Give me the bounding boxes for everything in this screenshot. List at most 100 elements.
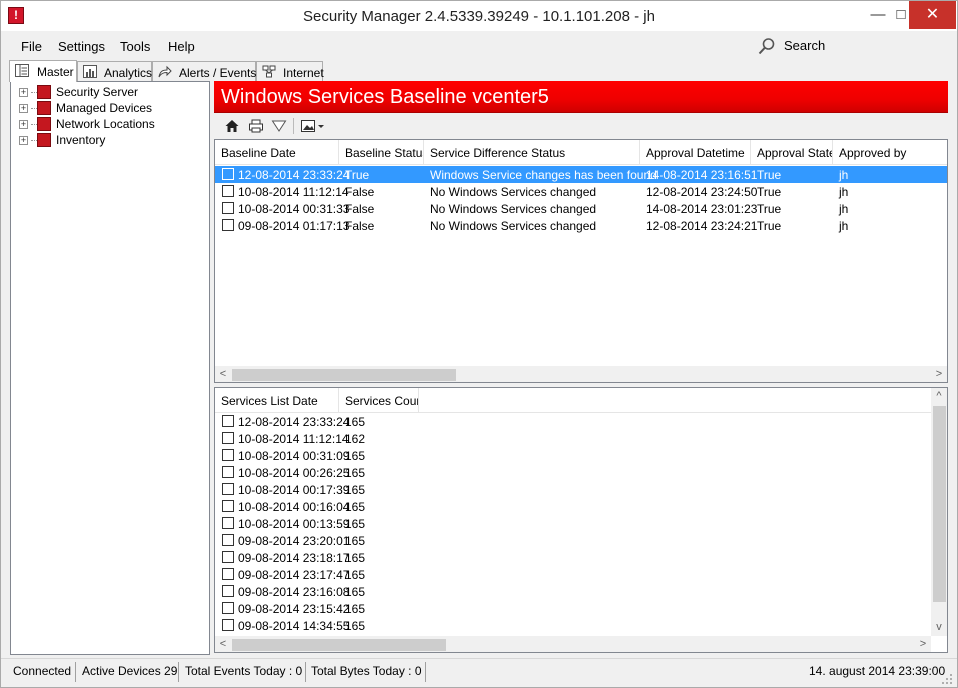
baseline-date-cell: 09-08-2014 01:17:13 [238,219,350,233]
minimize-button[interactable]: — [863,1,893,29]
tab-internet[interactable]: Internet [256,61,324,81]
image-icon[interactable] [300,118,316,134]
list-item[interactable]: 12-08-2014 23:33:24 165 [215,413,931,430]
scroll-down-icon[interactable]: v [931,619,947,635]
list-item[interactable]: 09-08-2014 23:15:42 165 [215,600,931,617]
table-row[interactable]: 09-08-2014 01:17:13 False No Windows Ser… [215,217,947,234]
horizontal-scrollbar[interactable]: < > [215,636,931,652]
approval-state-cell: True [757,202,782,216]
services-count-cell: 165 [345,551,366,565]
baseline-date-cell: 10-08-2014 11:12:14 [238,185,349,199]
baseline-table: Baseline Date Baseline Status Service Di… [214,139,948,383]
expand-icon[interactable]: + [19,136,28,145]
baseline-status-cell: False [345,185,375,199]
column-header-approval-state[interactable]: Approval State [751,140,833,165]
tab-master-label: Master [37,65,74,79]
scrollbar-thumb[interactable] [232,639,446,651]
print-icon[interactable] [248,118,264,134]
services-date-cell: 09-08-2014 23:20:01 [238,534,350,548]
list-item[interactable]: 09-08-2014 23:20:01 165 [215,532,931,549]
list-icon [15,64,29,77]
list-item[interactable]: 10-08-2014 00:26:25 165 [215,464,931,481]
tree-item-managed-devices[interactable]: + Managed Devices [11,100,206,116]
list-item[interactable]: 09-08-2014 23:16:08 165 [215,583,931,600]
app-window: ! Security Manager 2.4.5339.39249 - 10.1… [0,0,958,688]
maximize-button[interactable]: □ [893,1,909,29]
scroll-left-icon[interactable]: < [215,366,231,382]
status-separator [75,662,76,682]
list-item[interactable]: 09-08-2014 14:34:55 165 [215,617,931,634]
approved-by-cell: jh [839,202,849,216]
approved-by-cell: jh [839,185,849,199]
scroll-left-icon[interactable]: < [215,636,231,652]
list-item[interactable]: 10-08-2014 00:13:59 165 [215,515,931,532]
menu-settings[interactable]: Settings [58,39,105,54]
vertical-scrollbar[interactable]: ^ v [931,388,947,636]
table-icon [222,534,234,546]
services-date-cell: 09-08-2014 14:34:55 [238,619,350,633]
scrollbar-thumb[interactable] [232,369,456,381]
list-item[interactable]: 10-08-2014 00:31:09 165 [215,447,931,464]
column-header-approved-by[interactable]: Approved by [833,140,947,165]
close-button[interactable]: ✕ [909,1,956,29]
tab-alerts-events[interactable]: Alerts / Events [152,61,256,81]
resize-grip-icon[interactable] [941,673,953,685]
horizontal-scrollbar[interactable]: < > [215,366,947,382]
scroll-right-icon[interactable]: > [915,636,931,652]
column-header-approval-datetime[interactable]: Approval Datetime [640,140,751,165]
expand-icon[interactable]: + [19,88,28,97]
menu-file[interactable]: File [21,39,42,54]
column-header-difference-status[interactable]: Service Difference Status [424,140,640,165]
column-header-baseline-date[interactable]: Baseline Date [215,140,339,165]
content-header: Windows Services Baseline vcenter5 [214,81,948,113]
scroll-right-icon[interactable]: > [931,366,947,382]
tree-item-network-locations[interactable]: + Network Locations [11,116,206,132]
toolbar-separator [293,118,294,134]
list-item[interactable]: 10-08-2014 00:17:39 165 [215,481,931,498]
menu-tools[interactable]: Tools [120,39,150,54]
approval-state-cell: True [757,219,782,233]
table-row[interactable]: 10-08-2014 11:12:14 False No Windows Ser… [215,183,947,200]
menu-help[interactable]: Help [168,39,195,54]
table-icon [222,483,234,495]
expand-icon[interactable]: + [19,120,28,129]
row-image-icon [222,168,234,180]
services-date-cell: 09-08-2014 23:16:08 [238,585,350,599]
table-row[interactable]: 12-08-2014 23:33:24 True Windows Service… [215,166,947,183]
search-button[interactable]: Search [758,37,938,55]
baseline-status-cell: True [345,168,370,182]
security-server-icon [37,85,51,99]
table-icon [222,432,234,444]
services-date-cell: 10-08-2014 00:13:59 [238,517,350,531]
column-header-services-list-date[interactable]: Services List Date [215,388,339,413]
window-title: Security Manager 2.4.5339.39249 - 10.1.1… [303,8,655,25]
services-table: Services List Date Services Count 12-08-… [214,387,948,653]
list-item[interactable]: 10-08-2014 11:12:14 162 [215,430,931,447]
table-row[interactable]: 10-08-2014 00:31:33 False No Windows Ser… [215,200,947,217]
list-item[interactable]: 09-08-2014 23:17:47 165 [215,566,931,583]
row-image-icon [222,185,234,197]
tab-master[interactable]: Master [9,60,77,82]
content-toolbar [214,114,948,138]
list-item[interactable]: 10-08-2014 00:16:04 165 [215,498,931,515]
services-date-cell: 09-08-2014 23:17:47 [238,568,350,582]
list-item[interactable]: 09-08-2014 23:18:17 165 [215,549,931,566]
tab-analytics[interactable]: Analytics [77,61,152,81]
dropdown-arrow-icon[interactable] [317,118,325,134]
services-count-cell: 165 [345,619,366,633]
scroll-up-icon[interactable]: ^ [931,388,947,404]
difference-status-cell: No Windows Services changed [430,219,597,233]
column-header-baseline-status[interactable]: Baseline Status [339,140,424,165]
scrollbar-thumb[interactable] [933,406,946,602]
column-header-services-count[interactable]: Services Count [339,388,419,413]
page-title: Windows Services Baseline vcenter5 [221,86,549,108]
home-icon[interactable] [224,118,240,134]
expand-icon[interactable]: + [19,104,28,113]
tree-item-security-server[interactable]: + Security Server [11,84,206,100]
approval-state-cell: True [757,168,782,182]
filter-icon[interactable] [271,118,287,134]
approval-datetime-cell: 12-08-2014 23:24:21 [646,219,758,233]
menu-bar: File Settings Tools Help Search [1,31,957,60]
tree-item-inventory[interactable]: + Inventory [11,132,206,148]
baseline-table-header: Baseline Date Baseline Status Service Di… [215,140,947,165]
